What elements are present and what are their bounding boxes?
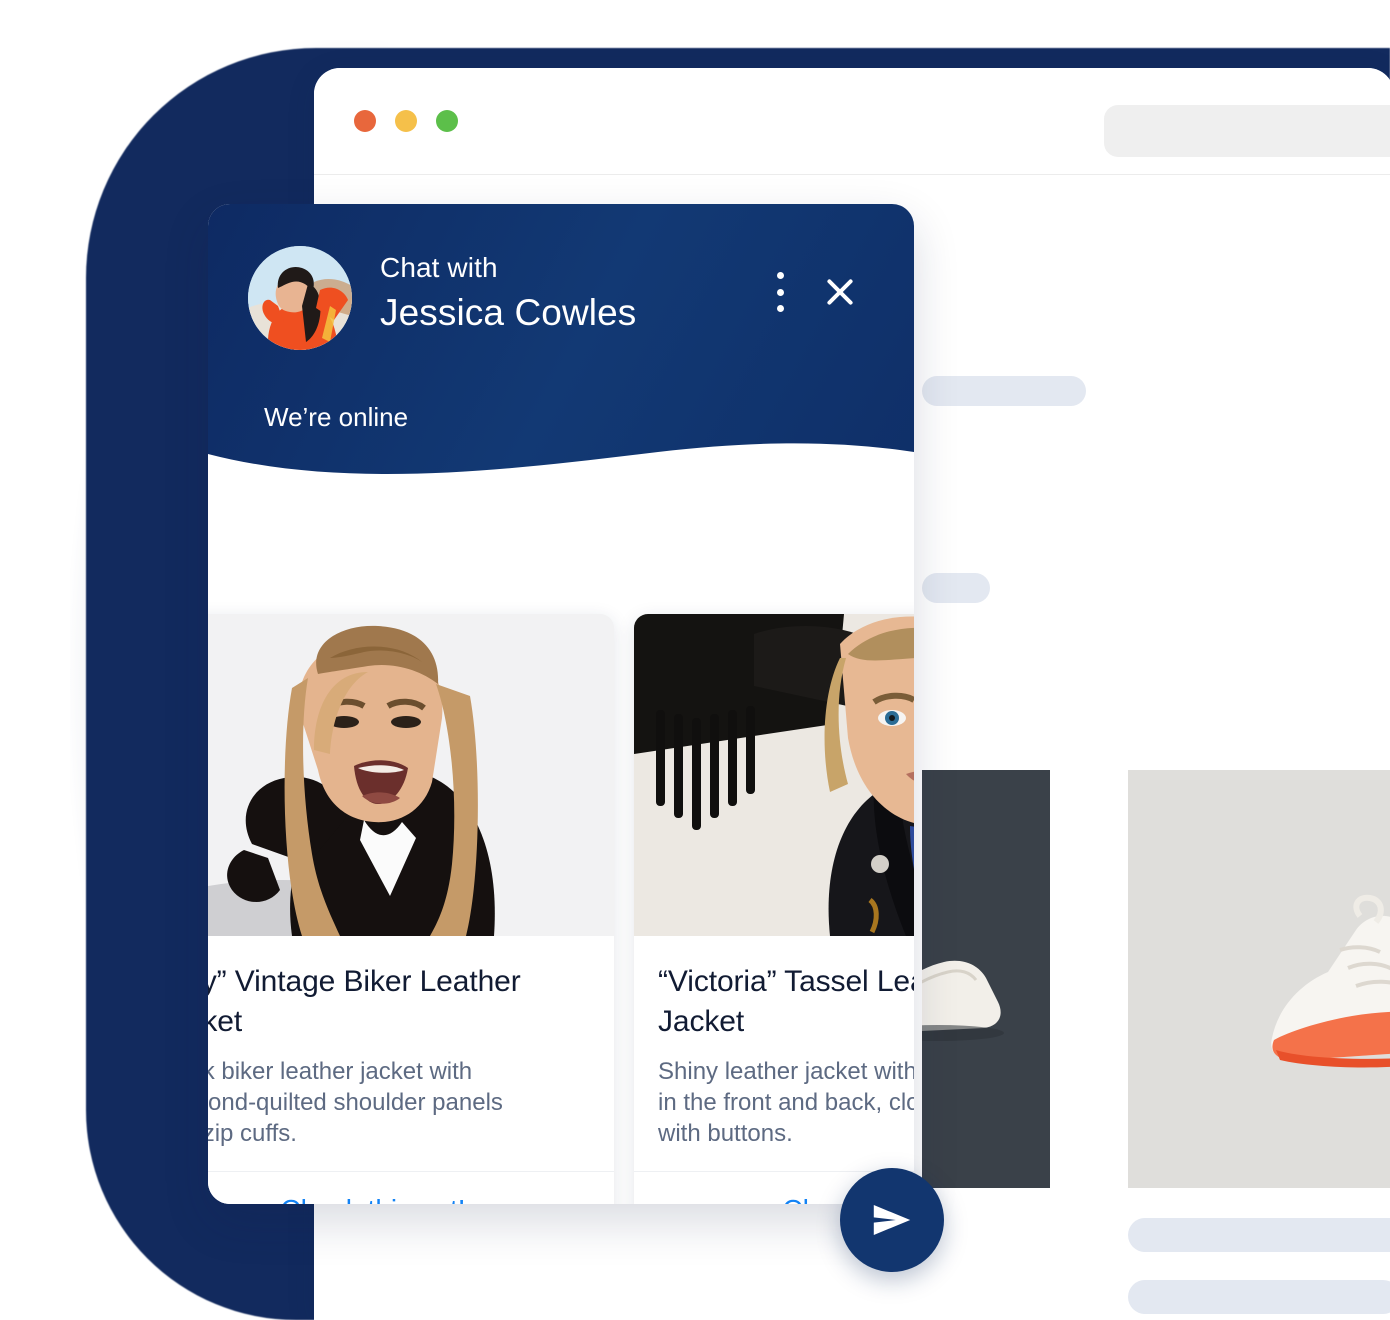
header-wave-divider	[208, 443, 914, 490]
product-image	[634, 614, 914, 936]
agent-name: Jessica Cowles	[380, 292, 637, 333]
kebab-menu-icon[interactable]	[776, 272, 784, 312]
chat-header-actions	[776, 272, 860, 312]
chat-widget: Chat with Jessica Cowles We’re online y”…	[208, 204, 914, 1204]
product-card-text: “Victoria” Tassel Leather Jacket Shiny l…	[634, 936, 914, 1171]
browser-toolbar	[314, 68, 1390, 175]
product-tile-light[interactable]	[1128, 770, 1390, 1188]
agent-avatar-image	[248, 246, 352, 350]
product-title: “Victoria” Tassel Leather Jacket	[658, 965, 914, 1038]
product-card-carousel[interactable]: “Effy” Vintage Biker Leather Jacket Blac…	[208, 614, 914, 1204]
orange-sneaker-icon	[1271, 894, 1390, 1068]
chat-with-label: Chat with	[380, 252, 498, 283]
address-bar[interactable]	[1104, 105, 1390, 157]
screenshot-stage: Chat with Jessica Cowles We’re online y”…	[0, 0, 1390, 1320]
maximize-dot[interactable]	[436, 110, 458, 132]
product-card[interactable]: “Victoria” Tassel Leather Jacket Shiny l…	[634, 614, 914, 1204]
chat-message-area: “Effy” Vintage Biker Leather Jacket Blac…	[208, 490, 914, 1204]
online-status: We’re online	[264, 402, 409, 432]
skeleton-bar-1	[922, 376, 1086, 406]
woman-leather-jacket-photo-1	[208, 614, 614, 936]
product-tile-dark[interactable]	[922, 770, 1050, 1188]
skeleton-bar-2	[922, 573, 990, 603]
skeleton-bar-3	[1128, 1218, 1390, 1252]
close-dot[interactable]	[354, 110, 376, 132]
skeleton-bar-4	[1128, 1280, 1390, 1314]
product-title: “Effy” Vintage Biker Leather Jacket	[208, 965, 521, 1038]
woman-leather-jacket-photo-2	[634, 614, 914, 936]
window-controls	[354, 110, 458, 132]
close-icon[interactable]	[820, 272, 860, 312]
avatar	[248, 246, 352, 350]
product-description: Black biker leather jacket with diamond-…	[208, 1057, 503, 1148]
chat-title-group: Chat with Jessica Cowles	[380, 250, 636, 337]
chat-header: Chat with Jessica Cowles We’re online	[208, 204, 914, 490]
send-button[interactable]	[840, 1168, 944, 1272]
white-sneaker-icon	[922, 960, 1004, 1041]
product-cta-link[interactable]: Check this out!	[208, 1171, 614, 1204]
minimize-dot[interactable]	[395, 110, 417, 132]
send-paper-plane-icon	[873, 1205, 911, 1235]
product-description: Shiny leather jacket with tassels in the…	[658, 1057, 914, 1148]
product-card[interactable]: “Effy” Vintage Biker Leather Jacket Blac…	[208, 614, 614, 1204]
product-image	[208, 614, 614, 936]
product-card-text: “Effy” Vintage Biker Leather Jacket Blac…	[208, 936, 614, 1171]
